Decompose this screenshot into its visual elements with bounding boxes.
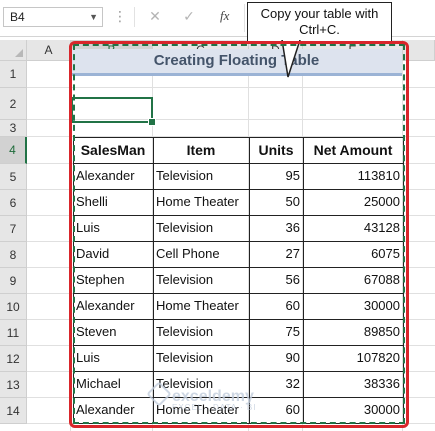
- row-header-7[interactable]: 7: [0, 216, 27, 242]
- select-all-corner[interactable]: [0, 40, 27, 61]
- callout-line-1: Copy your table with: [260, 6, 379, 21]
- row-header-4[interactable]: 4: [0, 137, 27, 164]
- name-box[interactable]: B4 ▼: [3, 7, 103, 27]
- row-header-12[interactable]: 12: [0, 346, 27, 372]
- callout-line-2: Ctrl+C.: [299, 22, 340, 37]
- highlight-frame: [69, 41, 409, 428]
- row-header-10[interactable]: 10: [0, 294, 27, 320]
- more-options-icon[interactable]: ⋮: [113, 8, 127, 24]
- row-header-2[interactable]: 2: [0, 88, 27, 120]
- column-header-a[interactable]: A: [27, 40, 71, 61]
- row-header-6[interactable]: 6: [0, 190, 27, 216]
- name-box-value: B4: [10, 10, 25, 24]
- instruction-callout: Copy your table with Ctrl+C.: [247, 2, 392, 42]
- row-header-3[interactable]: 3: [0, 120, 27, 137]
- row-header-5[interactable]: 5: [0, 164, 27, 190]
- cancel-icon[interactable]: ✕: [146, 8, 164, 25]
- row-header-9[interactable]: 9: [0, 268, 27, 294]
- formula-bar-divider: [134, 7, 135, 27]
- chevron-down-icon[interactable]: ▼: [89, 8, 98, 26]
- row-header-14[interactable]: 14: [0, 398, 27, 424]
- row-header-8[interactable]: 8: [0, 242, 27, 268]
- row-header-11[interactable]: 11: [0, 320, 27, 346]
- insert-function-icon[interactable]: fx: [220, 8, 229, 24]
- row-header-1[interactable]: 1: [0, 61, 27, 88]
- confirm-icon[interactable]: ✓: [180, 8, 198, 25]
- row-header-13[interactable]: 13: [0, 372, 27, 398]
